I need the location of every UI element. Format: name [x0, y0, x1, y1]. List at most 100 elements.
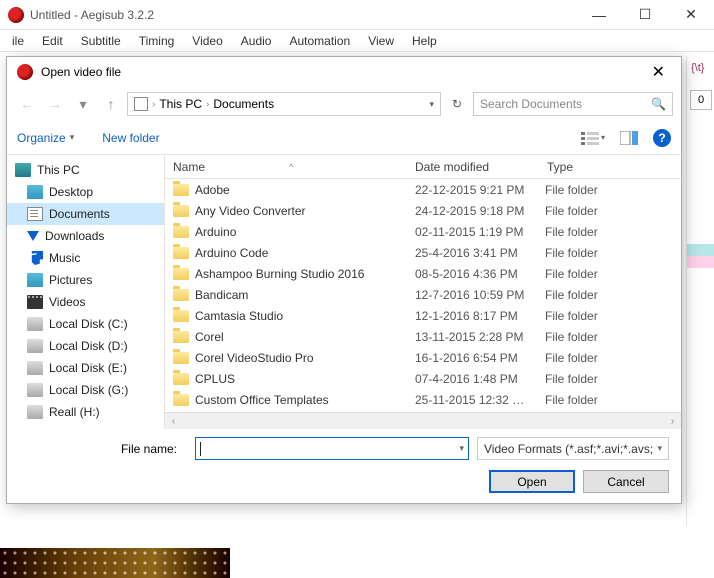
search-input[interactable]: Search Documents 🔍 [473, 92, 673, 116]
file-row[interactable]: Corel13-11-2015 2:28 PMFile folder [165, 326, 681, 347]
organize-button[interactable]: Organize ▾ [17, 131, 74, 145]
dialog-toolbar: Organize ▾ New folder ▾ ? [7, 121, 681, 155]
file-filter-label: Video Formats (*.asf;*.avi;*.avs; [484, 442, 653, 456]
breadcrumb-documents[interactable]: Documents [213, 97, 274, 111]
vids-icon [27, 295, 43, 309]
file-name: CPLUS [195, 372, 235, 386]
menu-help[interactable]: Help [404, 32, 445, 50]
open-button[interactable]: Open [489, 470, 575, 493]
file-filter-combo[interactable]: Video Formats (*.asf;*.avi;*.avs; ▾ [477, 437, 669, 460]
file-row[interactable]: Custom Office Templates 25-11-2015 12:32 … [165, 389, 681, 410]
filename-label: File name: [19, 442, 187, 456]
open-file-dialog: Open video file ✕ ← → ▾ ↑ › This PC › Do… [6, 56, 682, 504]
breadcrumb-this-pc[interactable]: This PC [159, 97, 202, 111]
file-date: 25-4-2016 3:41 PM [415, 246, 545, 260]
tree-item-local-disk-g-[interactable]: Local Disk (G:) [7, 379, 164, 401]
address-bar: ← → ▾ ↑ › This PC › Documents ▾ ↻ Search… [7, 87, 681, 121]
file-name: Ashampoo Burning Studio 2016 [195, 267, 364, 281]
sort-indicator-icon: ^ [289, 162, 293, 172]
nav-recent-dropdown[interactable]: ▾ [71, 92, 95, 116]
filename-input[interactable]: ▾ [195, 437, 469, 460]
preview-pane-button[interactable] [617, 129, 641, 147]
file-row[interactable]: Arduino02-11-2015 1:19 PMFile folder [165, 221, 681, 242]
tree-item-music[interactable]: Music [7, 247, 164, 269]
layer-field[interactable]: 0 [690, 90, 712, 110]
menu-file[interactable]: ile [4, 32, 32, 50]
breadcrumb-dropdown[interactable]: ▾ [429, 99, 434, 110]
nav-up-button[interactable]: ↑ [99, 92, 123, 116]
file-name: Corel VideoStudio Pro [195, 351, 314, 365]
cancel-button[interactable]: Cancel [583, 470, 669, 493]
disk-icon [27, 361, 43, 375]
file-date: 25-11-2015 12:32 … [415, 393, 545, 407]
file-row[interactable]: Camtasia Studio12-1-2016 8:17 PMFile fol… [165, 305, 681, 326]
nav-back-button[interactable]: ← [15, 92, 39, 116]
timeline-bar-b [687, 256, 714, 268]
scroll-right-button[interactable]: › [664, 413, 681, 429]
organize-label: Organize [17, 131, 66, 145]
dialog-app-icon [17, 64, 33, 80]
tree-label: Pictures [49, 273, 92, 287]
tree-item-documents[interactable]: Documents [7, 203, 164, 225]
file-row[interactable]: Bandicam12-7-2016 10:59 PMFile folder [165, 284, 681, 305]
column-date[interactable]: Date modified [415, 160, 545, 174]
nav-forward-button[interactable]: → [43, 92, 67, 116]
menu-automation[interactable]: Automation [281, 32, 358, 50]
down-icon [27, 231, 39, 241]
tree-item-downloads[interactable]: Downloads [7, 225, 164, 247]
disk-icon [27, 383, 43, 397]
tree-label: Reall (H:) [49, 405, 100, 419]
menu-subtitle[interactable]: Subtitle [73, 32, 129, 50]
close-button[interactable]: ✕ [668, 0, 714, 29]
menu-timing[interactable]: Timing [131, 32, 183, 50]
horizontal-scrollbar[interactable]: ‹ › [165, 412, 681, 429]
column-name[interactable]: Name ^ [165, 160, 415, 174]
file-name: Custom Office Templates [195, 393, 329, 407]
file-date: 22-12-2015 9:21 PM [415, 183, 545, 197]
tree-item-this-pc[interactable]: This PC [7, 159, 164, 181]
file-row[interactable]: CPLUS07-4-2016 1:48 PMFile folder [165, 368, 681, 389]
tree-item-local-disk-c-[interactable]: Local Disk (C:) [7, 313, 164, 335]
menu-video[interactable]: Video [184, 32, 230, 50]
file-row[interactable]: Corel VideoStudio Pro16-1-2016 6:54 PMFi… [165, 347, 681, 368]
underlying-bottom [0, 526, 714, 578]
maximize-button[interactable]: ☐ [622, 0, 668, 29]
menu-audio[interactable]: Audio [233, 32, 280, 50]
tree-item-reall-h-[interactable]: Reall (H:) [7, 401, 164, 423]
file-row[interactable]: Any Video Converter24-12-2015 9:18 PMFil… [165, 200, 681, 221]
menu-view[interactable]: View [360, 32, 402, 50]
tree-item-videos[interactable]: Videos [7, 291, 164, 313]
dialog-close-button[interactable]: ✕ [646, 62, 671, 82]
new-folder-button[interactable]: New folder [102, 131, 159, 145]
tree-item-desktop[interactable]: Desktop [7, 181, 164, 203]
filter-combo-dropdown[interactable]: ▾ [657, 443, 662, 454]
docs-icon [27, 207, 43, 221]
file-row[interactable]: Ashampoo Burning Studio 201608-5-2016 4:… [165, 263, 681, 284]
window-controls: — ☐ ✕ [576, 0, 714, 29]
folder-icon [173, 289, 189, 301]
folder-icon [173, 226, 189, 238]
breadcrumb[interactable]: › This PC › Documents ▾ [127, 92, 441, 116]
scroll-left-button[interactable]: ‹ [165, 413, 182, 429]
preview-icon [620, 131, 638, 145]
underlying-right-panel: {\t} 0 [686, 56, 714, 558]
view-mode-button[interactable]: ▾ [581, 129, 605, 147]
file-type: File folder [545, 267, 681, 281]
folder-icon [173, 184, 189, 196]
tree-item-pictures[interactable]: Pictures [7, 269, 164, 291]
tree-item-local-disk-e-[interactable]: Local Disk (E:) [7, 357, 164, 379]
file-name: Bandicam [195, 288, 248, 302]
tree-item-local-disk-d-[interactable]: Local Disk (D:) [7, 335, 164, 357]
minimize-button[interactable]: — [576, 0, 622, 29]
breadcrumb-root-icon [134, 97, 148, 111]
column-type[interactable]: Type [545, 160, 681, 174]
help-button[interactable]: ? [653, 129, 671, 147]
folder-icon [173, 268, 189, 280]
file-type: File folder [545, 246, 681, 260]
folder-icon [173, 310, 189, 322]
filename-combo-dropdown[interactable]: ▾ [459, 443, 464, 454]
refresh-button[interactable]: ↻ [445, 92, 469, 116]
menu-edit[interactable]: Edit [34, 32, 71, 50]
file-row[interactable]: Arduino Code25-4-2016 3:41 PMFile folder [165, 242, 681, 263]
file-row[interactable]: Adobe22-12-2015 9:21 PMFile folder [165, 179, 681, 200]
